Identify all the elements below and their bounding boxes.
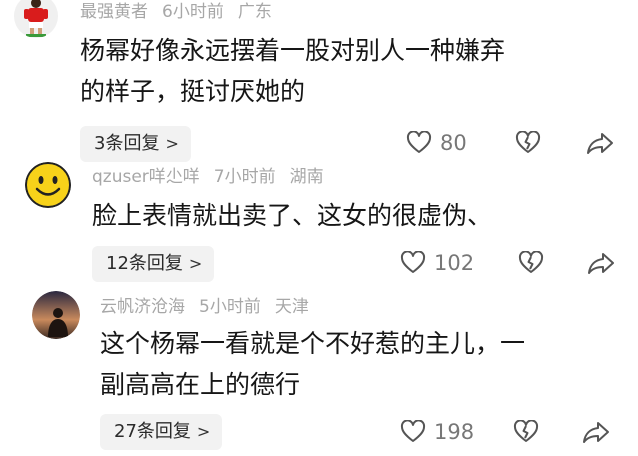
heart-icon: [400, 420, 426, 442]
broken-heart-icon: [513, 420, 539, 442]
location: 天津: [274, 297, 309, 317]
comment-text-line: 副高高在上的德行: [100, 370, 301, 399]
avatar[interactable]: [32, 291, 80, 339]
username[interactable]: 云帆济沧海: [100, 297, 185, 317]
reply-count-label: 27条回复: [114, 421, 191, 442]
comment-item: 云帆济沧海 5小时前 天津 这个杨幂一看就是个不好惹的主儿，一 副高高在上的德行 2…: [0, 0, 638, 456]
silhouette-photo-icon: [32, 291, 80, 339]
chevron-right-icon: >: [196, 422, 211, 441]
like-button[interactable]: 198: [400, 420, 474, 444]
dislike-button[interactable]: [513, 420, 539, 444]
comment-text-line: 这个杨幂一看就是个不好惹的主儿，一: [100, 329, 526, 358]
like-count: 198: [434, 420, 475, 444]
comment-meta: 云帆济沧海 5小时前 天津: [100, 292, 323, 317]
share-arrow-icon: [583, 422, 609, 443]
comment-text: 这个杨幂一看就是个不好惹的主儿，一 副高高在上的德行: [100, 323, 525, 405]
view-replies-button[interactable]: 27条回复 >: [100, 414, 223, 450]
timestamp: 5小时前: [199, 297, 261, 317]
share-button[interactable]: [582, 420, 610, 444]
